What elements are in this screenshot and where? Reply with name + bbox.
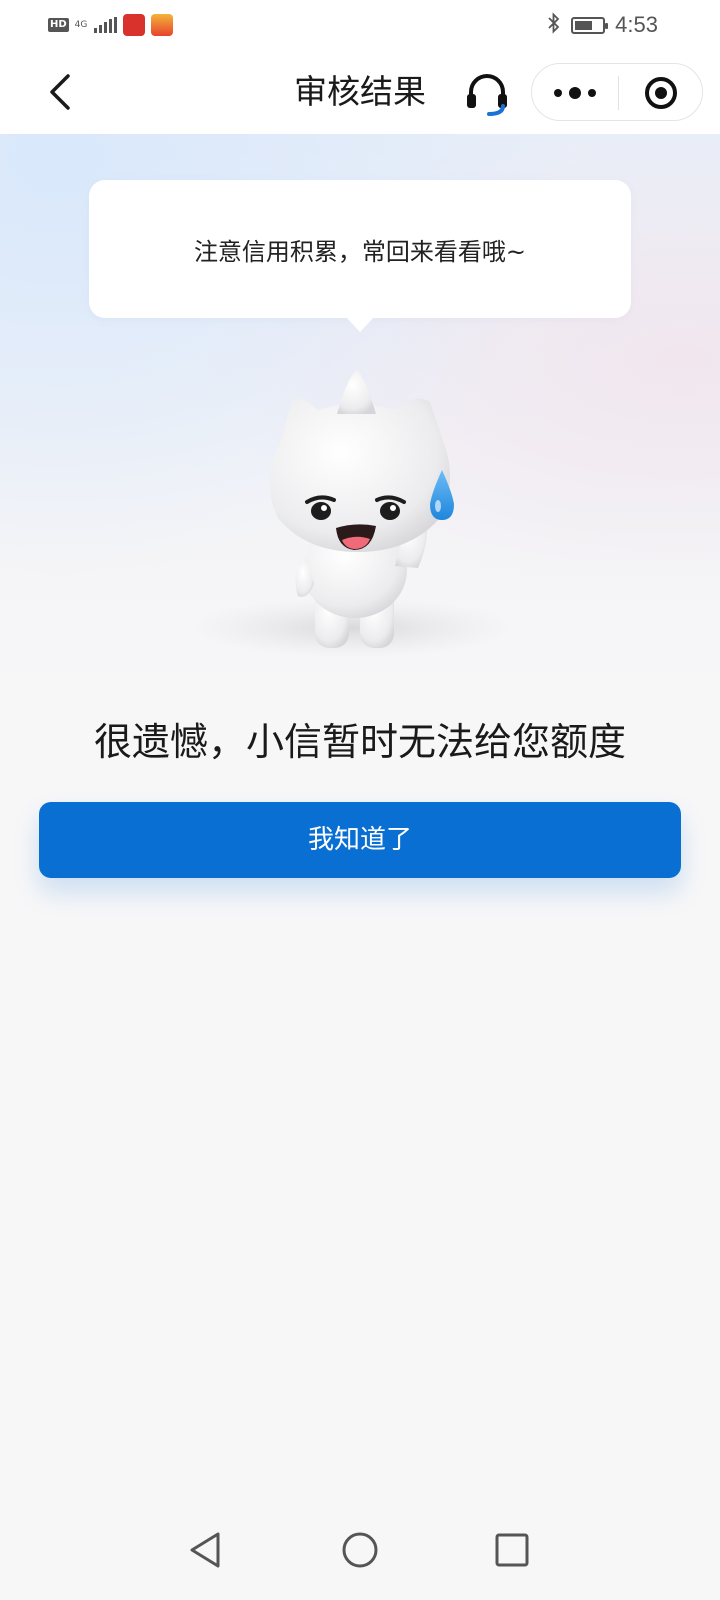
battery-icon	[571, 16, 609, 34]
more-button[interactable]	[532, 64, 618, 122]
app-notification-icon	[123, 14, 146, 36]
status-left: HD 4G	[48, 12, 174, 38]
square-recent-icon	[495, 1533, 529, 1567]
app-notification-icon	[151, 14, 174, 36]
hero-section: 注意信用积累，常回来看看哦~	[0, 134, 720, 694]
battery-fill	[575, 20, 592, 30]
system-nav-bar	[0, 1500, 720, 1600]
hd-icon: HD	[48, 18, 69, 32]
more-dots-icon	[554, 87, 596, 99]
circle-home-icon	[342, 1532, 378, 1568]
system-recent-button[interactable]	[484, 1522, 540, 1578]
bluetooth-icon	[547, 11, 561, 39]
speech-bubble: 注意信用积累，常回来看看哦~	[89, 180, 631, 318]
chevron-left-icon	[50, 74, 70, 110]
sweating-cat-mascot	[190, 370, 530, 670]
network-type: 4G	[74, 19, 88, 30]
speech-bubble-tail	[345, 316, 375, 332]
system-home-button[interactable]	[332, 1522, 388, 1578]
system-back-button[interactable]	[178, 1522, 234, 1578]
signal-icon	[94, 17, 118, 33]
status-time: 4:53	[615, 12, 658, 37]
status-bar: HD 4G 4:53	[0, 0, 720, 50]
close-button[interactable]	[619, 64, 703, 122]
page-title: 审核结果	[294, 72, 426, 111]
headset-icon	[467, 74, 507, 116]
nav-bar: 审核结果	[0, 50, 720, 134]
customer-service-button[interactable]	[463, 70, 511, 118]
target-close-icon	[645, 77, 677, 109]
status-right: 4:53	[547, 11, 658, 39]
acknowledge-button[interactable]: 我知道了	[39, 802, 681, 878]
result-title: 很遗憾，小信暂时无法给您额度	[93, 720, 626, 764]
mini-program-capsule	[531, 63, 703, 121]
back-button[interactable]	[40, 70, 84, 114]
triangle-back-icon	[190, 1532, 220, 1568]
